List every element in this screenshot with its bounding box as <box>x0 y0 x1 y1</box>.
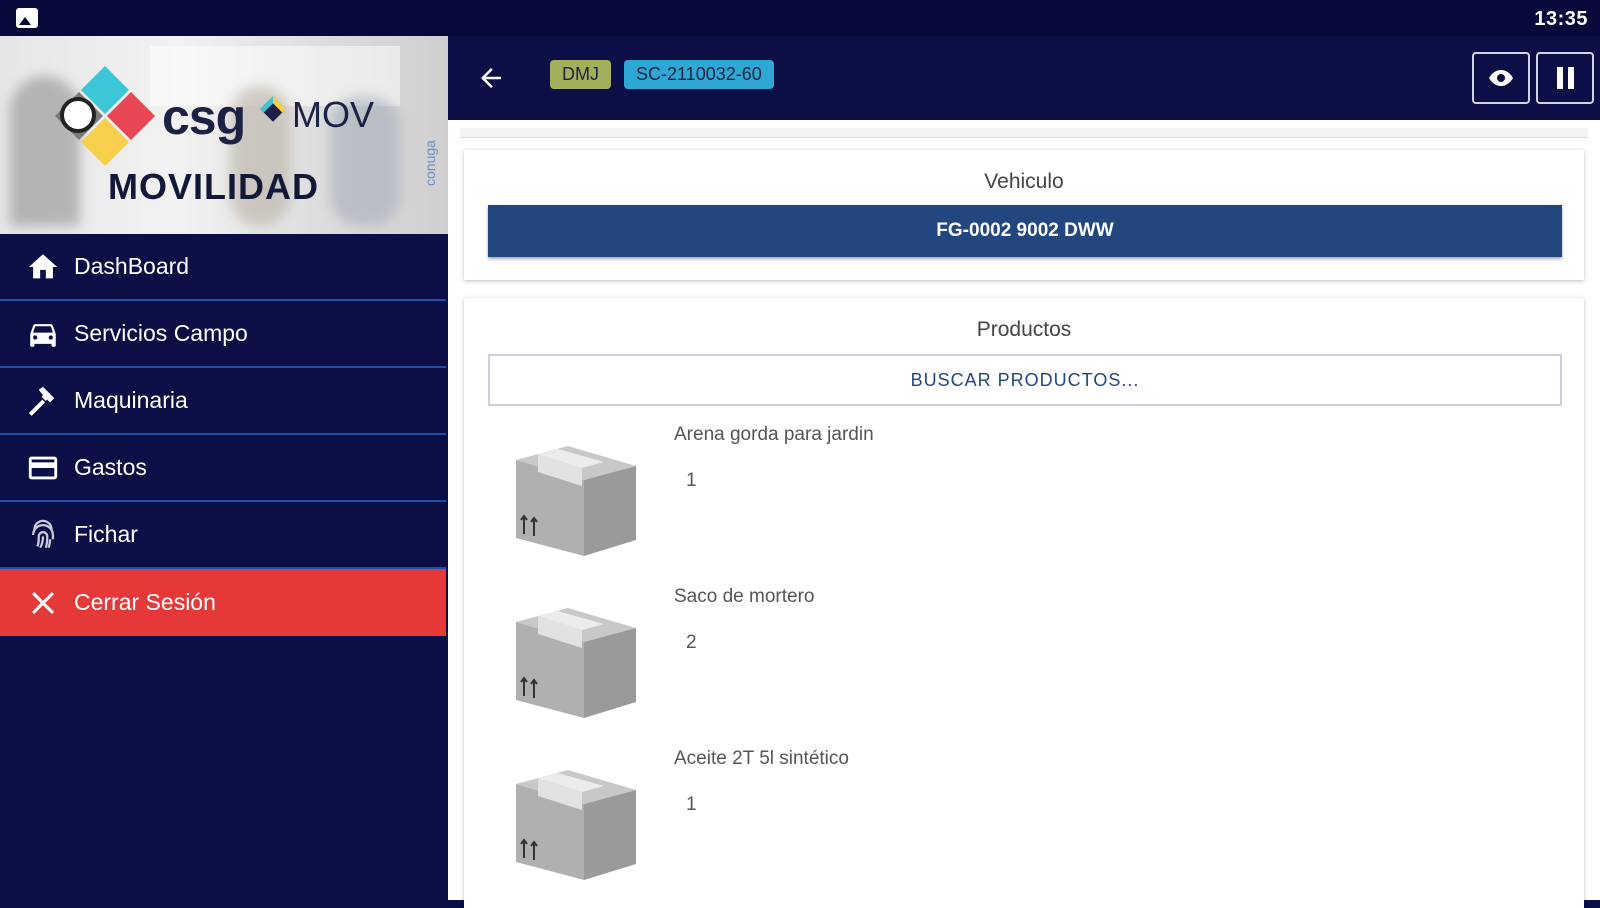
top-app-bar: DMJ SC-2110032-60 <box>448 36 1600 120</box>
sidebar-item-fichar[interactable]: Fichar <box>0 502 446 569</box>
csg-logo-icon <box>54 65 156 167</box>
status-time: 13:35 <box>1534 8 1588 30</box>
product-item[interactable]: Arena gorda para jardin 1 <box>464 424 1584 574</box>
brand-header: csg MOV MOVILIDAD conuga <box>0 36 448 234</box>
box-icon <box>510 438 642 556</box>
product-quantity: 1 <box>686 470 697 491</box>
product-quantity: 1 <box>686 794 697 815</box>
sidebar-item-gastos[interactable]: Gastos <box>0 435 446 502</box>
sidebar-item-label: Servicios Campo <box>74 320 248 346</box>
chip-dmj: DMJ <box>550 60 611 89</box>
product-name: Aceite 2T 5l sintético <box>674 748 849 769</box>
logo-mov-text: MOV <box>292 94 375 135</box>
view-button[interactable] <box>1472 52 1530 104</box>
vehicle-plate-button[interactable]: FG-0002 9002 DWW <box>488 205 1562 257</box>
home-icon <box>26 250 60 284</box>
car-icon <box>26 317 60 351</box>
sidebar-item-label: DashBoard <box>74 253 190 279</box>
eye-icon <box>1489 70 1513 86</box>
vehicle-title: Vehiculo <box>984 170 1064 193</box>
back-arrow-icon[interactable] <box>476 63 506 93</box>
logo-side-text: conuga <box>422 140 438 186</box>
image-notification-icon <box>16 8 38 28</box>
products-title: Productos <box>976 318 1072 341</box>
box-icon <box>510 762 642 880</box>
main-content: DMJ SC-2110032-60 Vehiculo FG-0002 9002 … <box>448 36 1600 908</box>
hammer-icon <box>26 384 60 418</box>
sheet-edge <box>460 128 1588 138</box>
chip-service-code: SC-2110032-60 <box>624 60 774 89</box>
products-card: Productos BUSCAR PRODUCTOS... Arena gord… <box>464 298 1584 908</box>
logo-movilidad-text: MOVILIDAD <box>108 166 319 207</box>
box-icon <box>510 600 642 718</box>
product-item[interactable]: Aceite 2T 5l sintético 1 <box>464 748 1584 898</box>
sidebar-nav: DashBoard Servicios Campo Maquinaria Gas… <box>0 234 446 636</box>
logo-csg-text: csg <box>162 89 246 145</box>
sidebar-item-label: Cerrar Sesión <box>74 589 216 615</box>
vehicle-card: Vehiculo FG-0002 9002 DWW <box>464 150 1584 280</box>
sidebar-item-label: Fichar <box>74 521 138 547</box>
sidebar-item-label: Gastos <box>74 454 147 480</box>
sidebar-item-servicios-campo[interactable]: Servicios Campo <box>0 301 446 368</box>
close-icon <box>26 586 60 620</box>
sidebar-item-label: Maquinaria <box>74 387 188 413</box>
product-name: Saco de mortero <box>674 586 815 607</box>
credit-card-icon <box>26 451 60 485</box>
search-products-button[interactable]: BUSCAR PRODUCTOS... <box>488 354 1562 406</box>
status-bar: 13:35 <box>0 0 1600 36</box>
pause-icon <box>1557 67 1574 89</box>
sidebar-item-dashboard[interactable]: DashBoard <box>0 234 446 301</box>
pause-button[interactable] <box>1536 52 1594 104</box>
product-quantity: 2 <box>686 632 697 653</box>
fingerprint-icon <box>26 518 60 552</box>
sidebar-item-cerrar-sesion[interactable]: Cerrar Sesión <box>0 569 446 636</box>
sidebar-item-maquinaria[interactable]: Maquinaria <box>0 368 446 435</box>
product-item[interactable]: Saco de mortero 2 <box>464 586 1584 736</box>
sidebar: csg MOV MOVILIDAD conuga DashBoard Servi… <box>0 36 448 900</box>
product-name: Arena gorda para jardin <box>674 424 874 445</box>
